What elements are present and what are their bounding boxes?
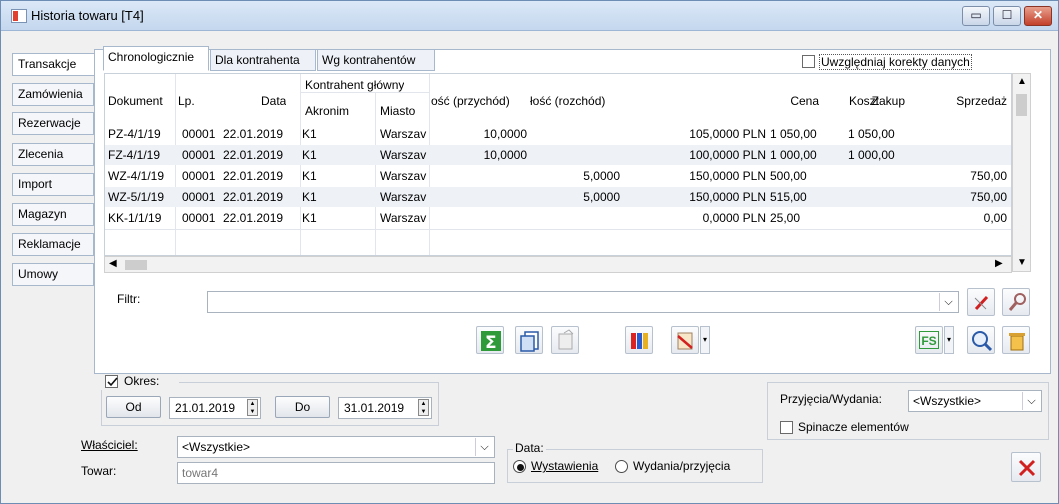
- table-row[interactable]: WZ-4/1/19 00001 22.01.2019 K1 Warszav 5,…: [105, 166, 1011, 186]
- table-row[interactable]: WZ-5/1/19 00001 22.01.2019 K1 Warszav 5,…: [105, 187, 1011, 207]
- scroll-up-icon[interactable]: ▲: [1017, 76, 1027, 87]
- left-tab-rezerwacje[interactable]: Rezerwacje: [12, 112, 94, 135]
- transactions-grid[interactable]: Dokument Lp. Data Kontrahent główny Akro…: [104, 73, 1012, 256]
- clear-filter-icon: [974, 295, 989, 311]
- owner-label: Właściciel:: [81, 438, 138, 452]
- columns-icon: [631, 333, 648, 349]
- col-header-rozchod[interactable]: łość (rozchód): [530, 94, 620, 108]
- left-tab-zamowienia[interactable]: Zamówienia: [12, 83, 94, 106]
- table-row[interactable]: FZ-4/1/19 00001 22.01.2019 K1 Warszav 10…: [105, 145, 1011, 165]
- svg-text:Σ: Σ: [485, 333, 497, 353]
- to-date-spinner-icon[interactable]: ▲ ▼: [418, 399, 429, 416]
- filter-dropdown-icon[interactable]: ⌵: [939, 293, 957, 311]
- corrections-checkbox[interactable]: [802, 55, 815, 68]
- scroll-down-icon[interactable]: ▼: [1017, 257, 1027, 268]
- tab-wg-kontrahentow[interactable]: Wg kontrahentów: [317, 49, 435, 71]
- app-icon: [11, 9, 27, 23]
- col-header-group-kontrahent: Kontrahent główny: [305, 78, 405, 92]
- sum-button[interactable]: Σ: [476, 326, 504, 354]
- edit-list-icon: [677, 332, 693, 350]
- radio-wystawienia[interactable]: [513, 460, 526, 473]
- filter-settings-button[interactable]: [1002, 288, 1030, 316]
- print-button[interactable]: [551, 326, 579, 354]
- col-header-akronim[interactable]: Akronim: [305, 104, 349, 118]
- col-header-lp[interactable]: Lp.: [178, 94, 195, 108]
- horizontal-scrollbar[interactable]: ◀ ▶: [104, 256, 1012, 273]
- tab-dla-kontrahenta[interactable]: Dla kontrahenta: [210, 49, 316, 71]
- export-button[interactable]: [515, 326, 543, 354]
- checkmark-icon: [107, 377, 118, 387]
- vertical-scroll-thumb[interactable]: [1016, 94, 1027, 116]
- horizontal-scroll-thumb[interactable]: [125, 260, 147, 270]
- period-label: Okres:: [124, 374, 160, 388]
- window-title: Historia towaru [T4]: [31, 8, 144, 23]
- radio-wydania[interactable]: [615, 460, 628, 473]
- left-tab-zlecenia[interactable]: Zlecenia: [12, 143, 94, 166]
- owner-dropdown-icon[interactable]: ⌵: [475, 438, 493, 456]
- filter-input[interactable]: [207, 291, 959, 313]
- table-row[interactable]: PZ-4/1/19 00001 22.01.2019 K1 Warszav 10…: [105, 124, 1011, 144]
- product-label: Towar:: [81, 464, 117, 478]
- to-button[interactable]: Do: [275, 396, 330, 418]
- history-window: Historia towaru [T4] ▭ ☐ ✕ Transakcje Za…: [0, 0, 1059, 504]
- filter-label: Filtr:: [117, 292, 141, 306]
- from-date-spinner-icon[interactable]: ▲ ▼: [247, 399, 258, 416]
- clear-filter-button[interactable]: [967, 288, 995, 316]
- title-bar: Historia towaru [T4] ▭ ☐ ✕: [1, 1, 1058, 31]
- close-button[interactable]: [1011, 452, 1041, 482]
- radio-wydania-label: Wydania/przyjęcia: [633, 459, 731, 473]
- fs-icon: FS: [919, 331, 939, 349]
- left-tab-reklamacje[interactable]: Reklamacje: [12, 233, 94, 256]
- col-header-data[interactable]: Data: [261, 94, 286, 108]
- period-checkbox[interactable]: [105, 375, 118, 388]
- left-tab-transakcje[interactable]: Transakcje: [12, 53, 102, 76]
- clips-label: Spinacze elementów: [798, 420, 909, 434]
- search-button[interactable]: [967, 326, 995, 354]
- fs-dropdown-icon[interactable]: ▾: [944, 326, 954, 354]
- vertical-scrollbar[interactable]: ▲ ▼: [1012, 73, 1031, 272]
- left-tab-umowy[interactable]: Umowy: [12, 263, 94, 286]
- owner-select[interactable]: <Wszystkie>: [177, 436, 495, 458]
- trash-icon: [1009, 333, 1025, 351]
- receipts-label: Przyjęcia/Wydania:: [780, 392, 882, 406]
- receipts-dropdown-icon[interactable]: ⌵: [1022, 392, 1040, 410]
- date-group-label: Data:: [513, 441, 546, 455]
- fs-button[interactable]: FS: [915, 326, 943, 354]
- scroll-left-icon[interactable]: ◀: [109, 258, 117, 269]
- search-icon: [972, 331, 993, 352]
- col-header-cena[interactable]: Cena: [733, 94, 819, 108]
- sum-icon: Σ: [481, 331, 501, 353]
- edit-list-button[interactable]: [671, 326, 699, 354]
- radio-wystawienia-label: Wystawienia: [531, 459, 599, 473]
- product-input[interactable]: towar4: [177, 462, 495, 484]
- scroll-right-icon[interactable]: ▶: [995, 258, 1003, 269]
- delete-button[interactable]: [1002, 326, 1030, 354]
- col-header-miasto[interactable]: Miasto: [380, 104, 415, 118]
- close-window-button[interactable]: ✕: [1024, 6, 1052, 26]
- col-header-sprzedaz[interactable]: Sprzedaż: [905, 94, 1007, 108]
- col-header-dokument[interactable]: Dokument: [108, 94, 163, 108]
- minimize-button[interactable]: ▭: [962, 6, 990, 26]
- left-tab-magazyn[interactable]: Magazyn: [12, 203, 94, 226]
- corrections-label: Uwzględniaj korekty danych: [819, 54, 972, 70]
- maximize-button[interactable]: ☐: [993, 6, 1021, 26]
- col-header-przychod[interactable]: ość (przychód): [431, 94, 527, 108]
- table-row[interactable]: KK-1/1/19 00001 22.01.2019 K1 Warszav 0,…: [105, 208, 1011, 228]
- from-button[interactable]: Od: [106, 396, 161, 418]
- close-icon: [1018, 459, 1036, 477]
- columns-button[interactable]: [625, 326, 653, 354]
- tab-chronologicznie[interactable]: Chronologicznie: [103, 46, 209, 71]
- wrench-icon: [1008, 293, 1026, 311]
- left-tab-import[interactable]: Import: [12, 173, 94, 196]
- export-icon: [520, 331, 539, 352]
- clips-checkbox[interactable]: [780, 421, 793, 434]
- edit-list-dropdown-icon[interactable]: ▾: [700, 326, 710, 354]
- print-icon: [558, 329, 574, 350]
